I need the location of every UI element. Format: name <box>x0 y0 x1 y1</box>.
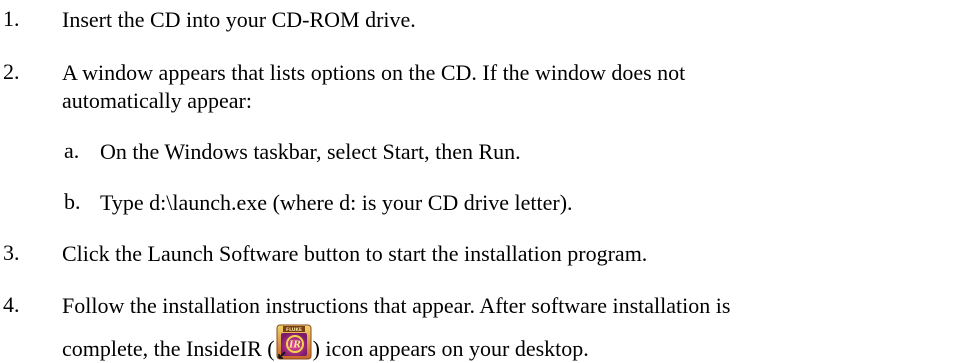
insideir-icon: FLUKE IR <box>276 324 312 360</box>
text-before-icon: complete, the InsideIR ( <box>62 336 275 361</box>
svg-text:IR: IR <box>288 341 301 351</box>
step-number: 4. <box>3 292 20 317</box>
step-text: Click the Launch Software button to star… <box>62 241 648 266</box>
step-number: 2. <box>3 59 20 84</box>
substep-letter: a. <box>64 138 80 163</box>
step-text-line-1: Follow the installation instructions tha… <box>62 293 731 318</box>
step-text: A window appears that lists options on t… <box>62 59 952 115</box>
step-text-line-2: automatically appear: <box>62 88 252 113</box>
substep-text: On the Windows taskbar, select Start, th… <box>100 139 521 164</box>
step-number: 3. <box>3 240 20 265</box>
substep-letter: b. <box>64 189 81 214</box>
step-text-line-2: complete, the InsideIR (FLUKE IR) icon… <box>62 324 952 363</box>
substep-text: Type d:\launch.exe (where d: is your CD … <box>100 190 573 215</box>
text-after-icon: ) icon appears on your desktop. <box>312 336 589 361</box>
step-text-line-1: A window appears that lists options on t… <box>62 60 686 85</box>
step-number: 1. <box>3 6 20 31</box>
step-text: Follow the installation instructions tha… <box>62 292 952 363</box>
svg-text:FLUKE: FLUKE <box>286 327 302 333</box>
step-text: Insert the CD into your CD-ROM drive. <box>62 7 416 32</box>
